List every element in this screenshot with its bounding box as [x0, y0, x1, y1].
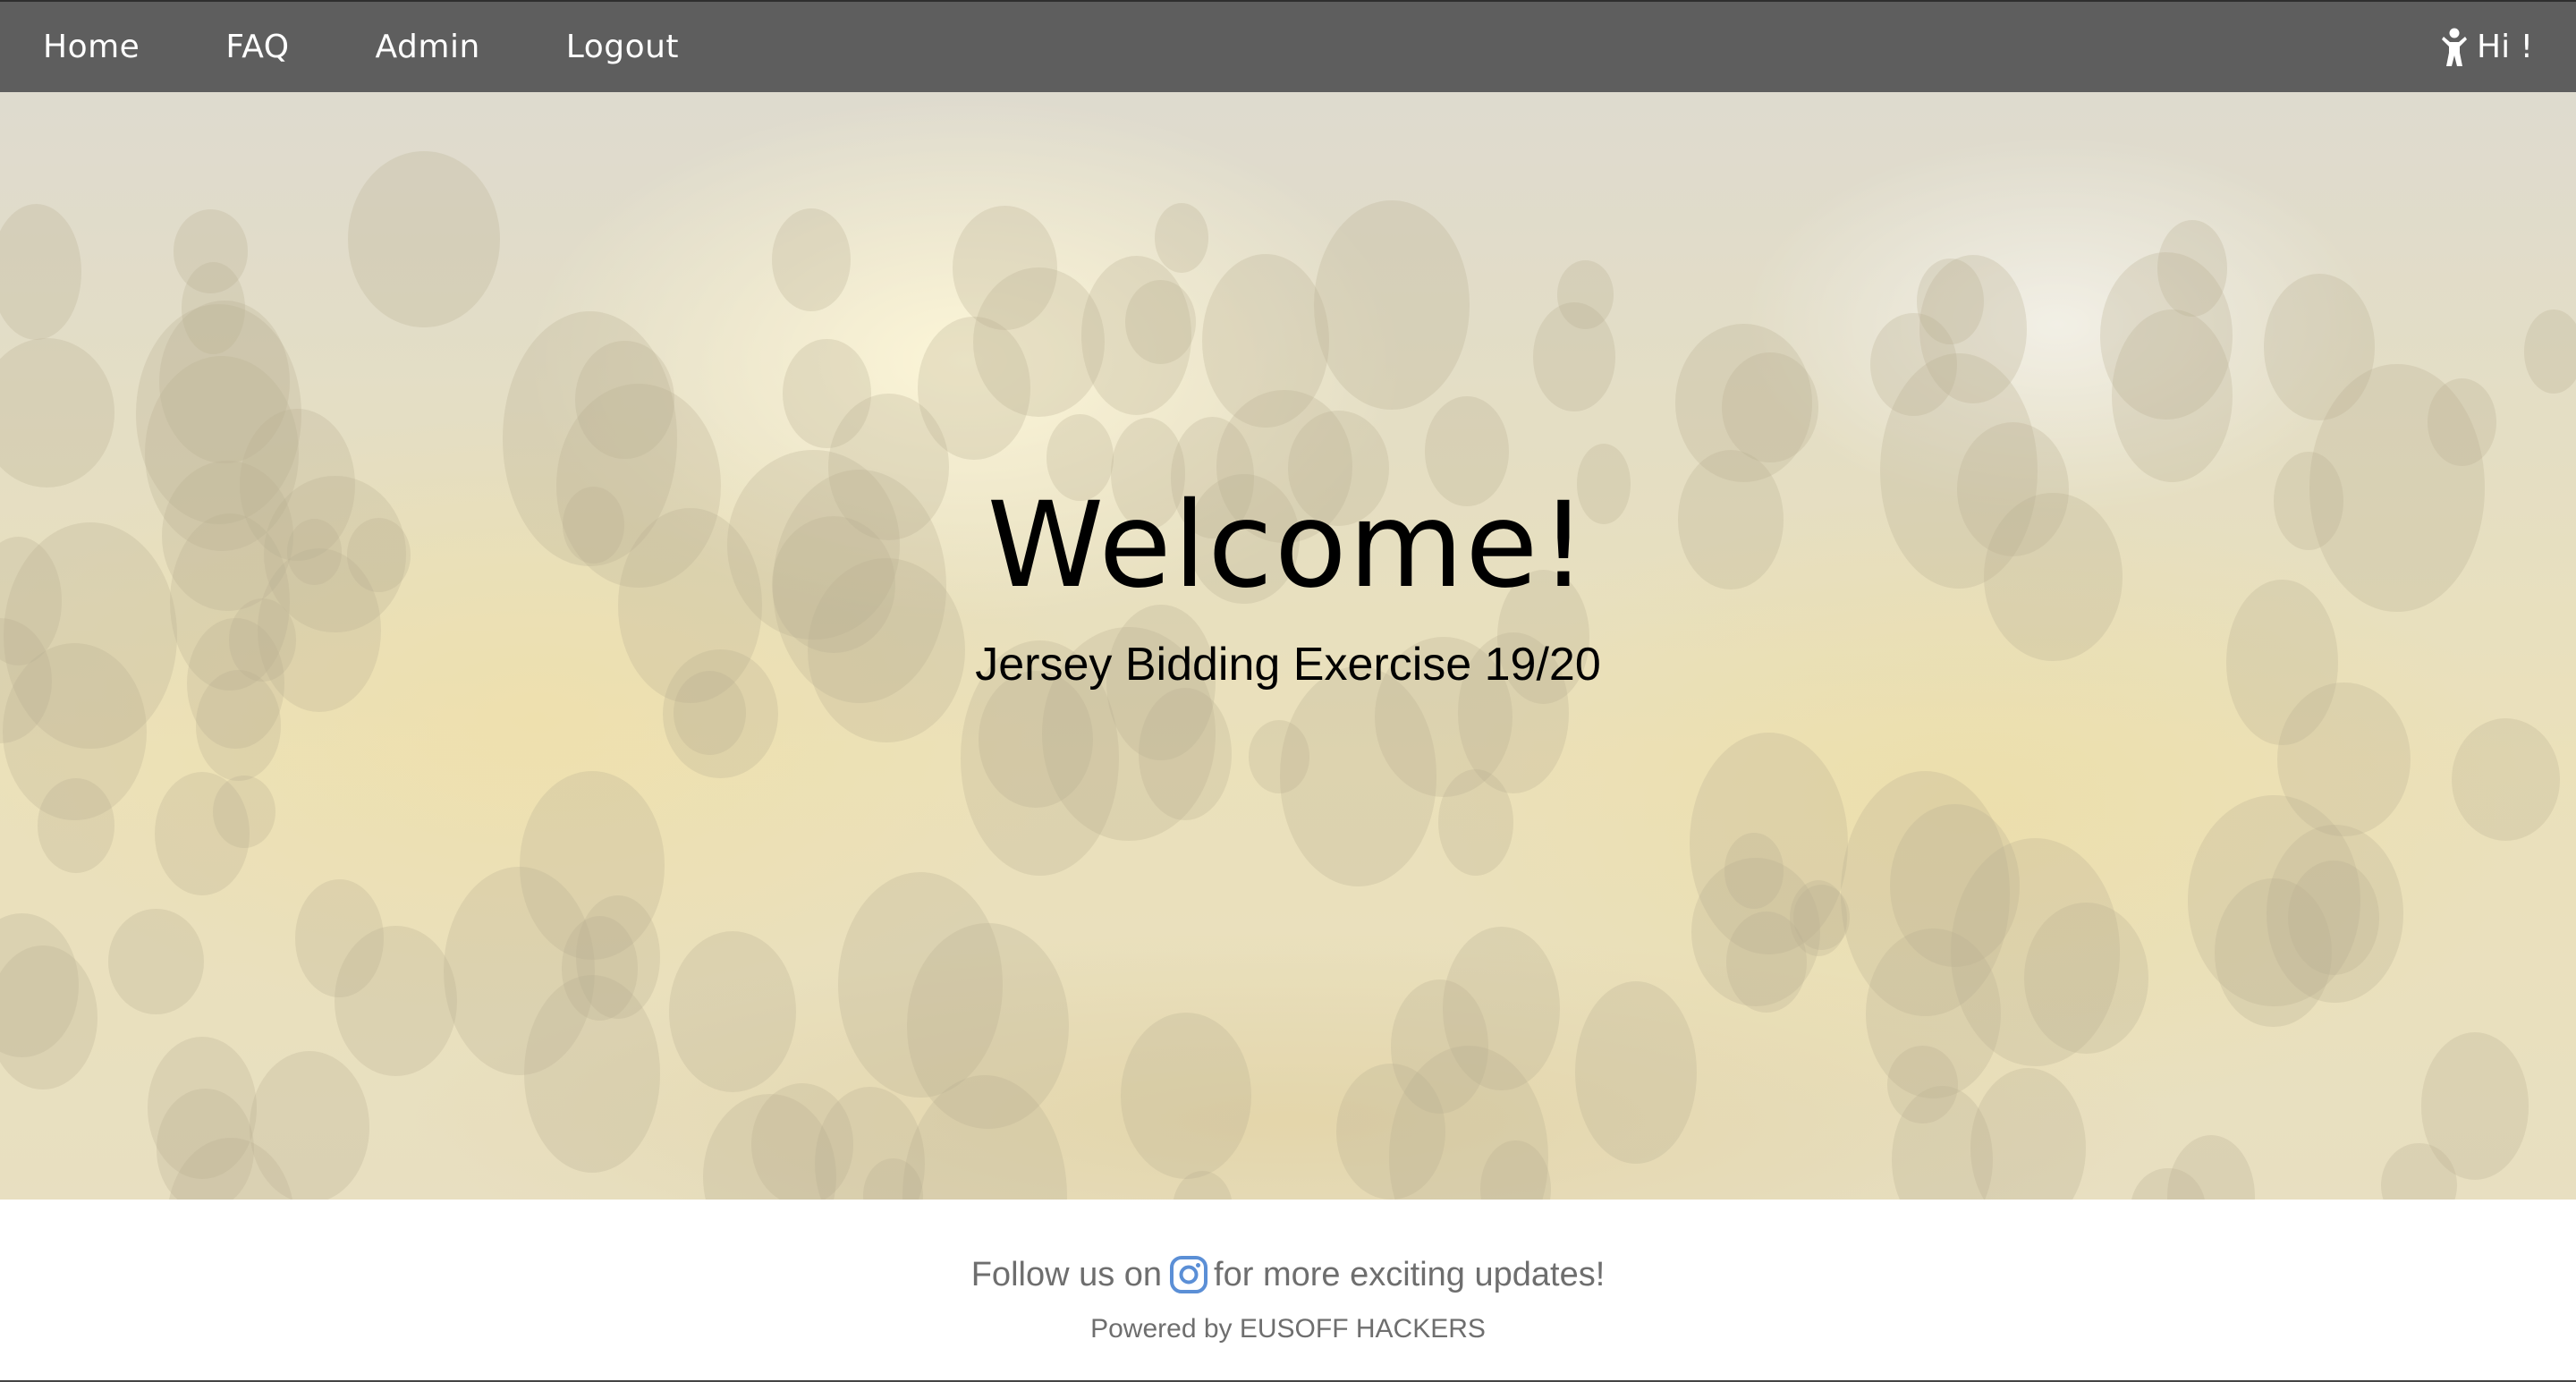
hero-title: Welcome! [987, 477, 1589, 615]
follow-prefix: Follow us on [970, 1255, 1163, 1293]
hero-banner: Welcome! Jersey Bidding Exercise 19/20 [0, 92, 2576, 1200]
user-greeting: Hi ! [2477, 29, 2533, 65]
page: Home FAQ Admin Logout Hi ! Welcome! Jers… [0, 0, 2576, 1382]
user-menu[interactable]: Hi ! [2441, 2, 2533, 92]
footer: Follow us on for more exciting updates! … [0, 1200, 2576, 1382]
instagram-icon[interactable] [1169, 1255, 1208, 1294]
nav-link-admin[interactable]: Admin [376, 29, 480, 65]
nav-link-faq[interactable]: FAQ [225, 29, 289, 65]
nav-links: Home FAQ Admin Logout [43, 2, 765, 92]
powered-by-text: Powered by EUSOFF HACKERS [1090, 1314, 1486, 1344]
follow-line: Follow us on for more exciting updates! [0, 1255, 2576, 1294]
top-navbar: Home FAQ Admin Logout Hi ! [0, 0, 2576, 92]
hero-subtitle: Jersey Bidding Exercise 19/20 [975, 639, 1601, 691]
nav-link-logout[interactable]: Logout [566, 29, 679, 65]
person-icon [2442, 28, 2468, 66]
follow-suffix: for more exciting updates! [1214, 1255, 1606, 1293]
nav-link-home[interactable]: Home [43, 29, 140, 65]
